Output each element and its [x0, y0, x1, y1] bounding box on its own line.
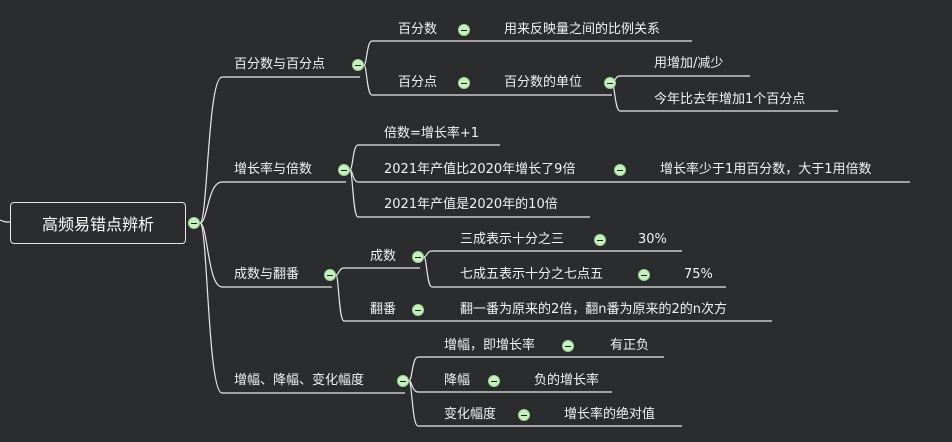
node-san-cheng-value[interactable]: 30%: [638, 232, 667, 248]
collapse-toggle-icon[interactable]: [614, 164, 626, 176]
branch-growth-vs-multiple[interactable]: 增长率与倍数: [234, 162, 312, 178]
mind-map: 高频易错点辨析 百分数与百分点 增长率与倍数 成数与翻番 增幅、降幅、变化幅度 …: [0, 0, 952, 442]
node-zengfu-sign[interactable]: 有正负: [610, 338, 649, 354]
node-qi-cheng-wu-value[interactable]: 75%: [684, 267, 713, 283]
root-label: 高频易错点辨析: [41, 215, 154, 234]
node-zengfu[interactable]: 增幅，即增长率: [444, 338, 535, 354]
collapse-toggle-icon[interactable]: [518, 409, 530, 421]
collapse-toggle-icon[interactable]: [352, 59, 364, 71]
node-qi-cheng-wu[interactable]: 七成五表示十分之七点五: [460, 267, 603, 283]
node-chengshu[interactable]: 成数: [370, 249, 396, 265]
branch-line: [335, 267, 420, 276]
collapse-toggle-icon[interactable]: [412, 304, 424, 316]
node-jiangfu[interactable]: 降幅: [444, 373, 470, 389]
collapse-toggle-icon[interactable]: [338, 164, 350, 176]
collapse-toggle-icon[interactable]: [397, 375, 409, 387]
collapse-toggle-icon[interactable]: [188, 217, 200, 229]
branch-line: [611, 75, 750, 84]
node-percent[interactable]: 百分数: [398, 22, 437, 38]
collapse-toggle-icon[interactable]: [324, 269, 336, 281]
branch-line: [199, 76, 360, 224]
node-bianhua-definition[interactable]: 增长率的绝对值: [564, 407, 655, 423]
collapse-toggle-icon[interactable]: [638, 269, 650, 281]
collapse-toggle-icon[interactable]: [562, 340, 574, 352]
collapse-toggle-icon[interactable]: [458, 77, 470, 89]
node-multiple-formula[interactable]: 倍数=增长率+1: [384, 126, 479, 142]
branch-line: [423, 250, 602, 258]
node-percent-definition[interactable]: 用来反映量之间的比例关系: [504, 22, 660, 38]
node-san-cheng[interactable]: 三成表示十分之三: [460, 232, 564, 248]
collapse-toggle-icon[interactable]: [594, 234, 606, 246]
branch-percent-vs-point[interactable]: 百分数与百分点: [234, 57, 325, 73]
node-multiple-example[interactable]: 2021年产值是2020年的10倍: [384, 197, 558, 213]
node-point-usage[interactable]: 用增加/减少: [654, 56, 723, 72]
branch-line: [363, 40, 466, 66]
node-point-unit[interactable]: 百分数的单位: [504, 75, 582, 91]
node-point[interactable]: 百分点: [398, 75, 437, 91]
branch-chengshu-fanfan[interactable]: 成数与翻番: [234, 267, 299, 283]
root-node[interactable]: 高频易错点辨析: [10, 202, 186, 244]
node-fanfan[interactable]: 翻番: [370, 302, 396, 318]
collapse-toggle-icon[interactable]: [488, 375, 500, 387]
node-jiangfu-definition[interactable]: 负的增长率: [534, 373, 599, 389]
root-stub-line: [0, 219, 11, 223]
node-growth-note[interactable]: 增长率少于1用百分数，大于1用倍数: [660, 162, 872, 178]
branch-line: [199, 181, 346, 224]
collapse-toggle-icon[interactable]: [604, 77, 616, 89]
branch-change-rates[interactable]: 增幅、降幅、变化幅度: [234, 373, 364, 389]
node-point-example[interactable]: 今年比去年增加1个百分点: [654, 92, 805, 108]
node-growth-example[interactable]: 2021年产值比2020年增长了9倍: [384, 162, 575, 178]
node-bianhua[interactable]: 变化幅度: [444, 407, 496, 423]
collapse-toggle-icon[interactable]: [412, 251, 424, 263]
collapse-toggle-icon[interactable]: [458, 24, 470, 36]
node-fanfan-definition[interactable]: 翻一番为原来的2倍，翻n番为原来的2的n次方: [460, 302, 727, 318]
